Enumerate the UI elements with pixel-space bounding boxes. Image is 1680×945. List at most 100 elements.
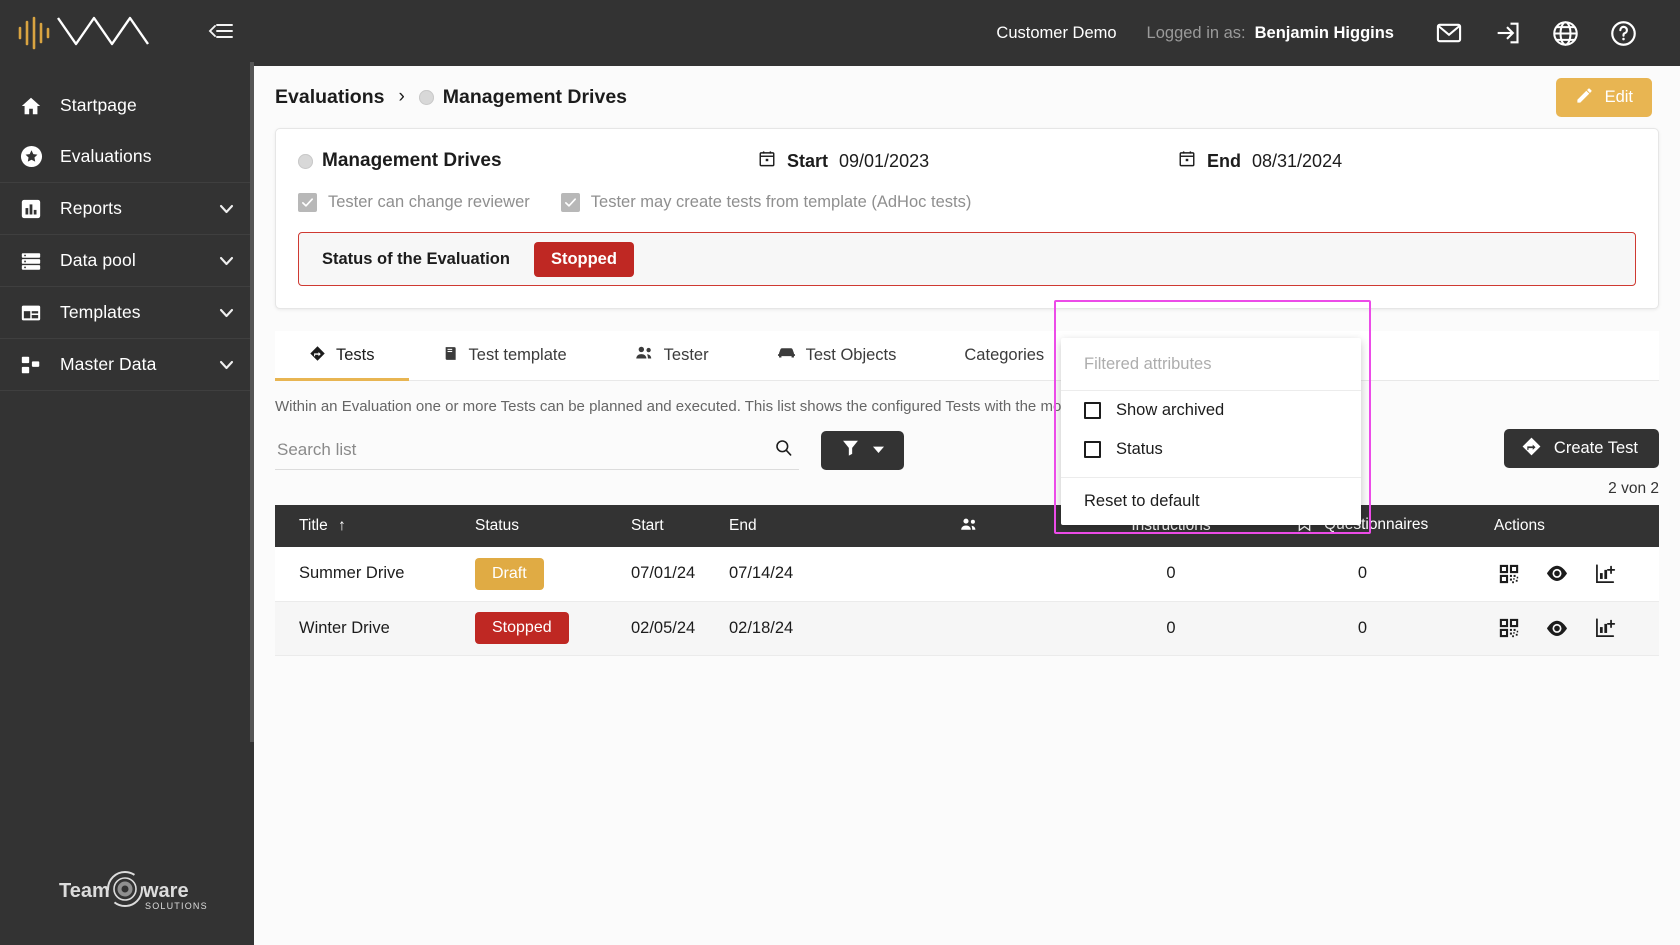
sidebar-item-label: Reports (60, 198, 122, 218)
sidebar-item-data-pool[interactable]: Data pool (0, 235, 254, 286)
start-label: Start (787, 150, 829, 171)
add-chart-icon[interactable] (1594, 563, 1616, 585)
col-title-label: Title (299, 517, 328, 534)
calendar-icon (758, 149, 776, 173)
sidebar-item-templates[interactable]: Templates (0, 287, 254, 338)
table-header-row: Title ↑ Status Start End Tester (275, 505, 1659, 547)
user-name: Benjamin Higgins (1254, 23, 1394, 42)
edit-button[interactable]: Edit (1555, 78, 1652, 117)
filter-option-status[interactable]: Status (1061, 430, 1361, 469)
collapse-panel-icon[interactable] (208, 21, 234, 46)
sidebar-item-master-data[interactable]: Master Data (0, 339, 254, 390)
option-label: Tester may create tests from template (A… (590, 193, 972, 211)
breadcrumb-root[interactable]: Evaluations (275, 86, 384, 109)
customer-name: Customer Demo (996, 23, 1117, 42)
eye-icon[interactable] (1545, 564, 1569, 583)
result-count: 2 von 2 (1608, 480, 1659, 497)
diamond-arrow-icon (309, 345, 326, 367)
chevron-down-icon (219, 302, 234, 323)
mail-icon[interactable] (1420, 19, 1478, 47)
logged-in-label: Logged in as: (1146, 23, 1246, 42)
people-icon (635, 345, 654, 366)
filter-button[interactable] (821, 430, 904, 470)
chevron-down-icon (872, 441, 885, 459)
calendar-icon (1178, 149, 1196, 173)
filter-option-show-archived[interactable]: Show archived (1061, 391, 1361, 430)
cell-questionnaires: 0 (1255, 547, 1470, 602)
filter-dropdown-panel: Filtered attributes Show archived Status… (1061, 338, 1361, 525)
people-icon (960, 517, 978, 537)
cell-start: 02/05/24 (607, 601, 705, 656)
create-test-button[interactable]: Create Test (1503, 429, 1659, 468)
tab-tester[interactable]: Tester (601, 331, 743, 380)
car-icon (777, 346, 796, 366)
database-list-icon (18, 250, 44, 272)
col-start[interactable]: Start (607, 505, 705, 547)
status-strip-label: Status of the Evaluation (322, 249, 510, 268)
col-tester[interactable]: Tester (905, 505, 1087, 547)
sidebar: Startpage Evaluations Reports Data pool … (0, 0, 254, 945)
search-field[interactable] (275, 430, 799, 470)
breadcrumb-separator-icon: › (398, 86, 405, 107)
search-input[interactable] (277, 439, 747, 460)
help-icon[interactable] (1594, 19, 1652, 48)
breadcrumb-current-label: Management Drives (442, 85, 628, 108)
search-icon[interactable] (774, 438, 793, 462)
evaluation-info-card: Management Drives Start 09/01/2023 End 0… (275, 128, 1659, 309)
checkbox-unchecked-icon[interactable] (1084, 402, 1101, 419)
pencil-icon (1575, 86, 1594, 110)
tests-table: Title ↑ Status Start End Tester (275, 505, 1659, 656)
tab-label: Test template (468, 346, 567, 364)
star-circle-icon (18, 145, 44, 168)
sidebar-item-evaluations[interactable]: Evaluations (0, 131, 254, 182)
tab-tests[interactable]: Tests (275, 331, 409, 381)
tabs: Tests Test template Tester Test Objects … (275, 331, 1659, 381)
qr-code-icon[interactable] (1498, 563, 1520, 585)
option-label: Tester can change reviewer (328, 193, 530, 211)
checkbox-unchecked-icon[interactable] (1084, 441, 1101, 458)
cell-start: 07/01/24 (607, 547, 705, 602)
add-chart-icon[interactable] (1594, 617, 1616, 639)
sidebar-item-label: Data pool (60, 250, 136, 270)
end-value: 08/31/2024 (1252, 150, 1343, 171)
chevron-down-icon (219, 198, 234, 219)
tab-categories[interactable]: Categories (930, 331, 1078, 380)
filter-reset-to-default[interactable]: Reset to default (1061, 478, 1361, 525)
col-title[interactable]: Title ↑ (275, 505, 451, 547)
qr-code-icon[interactable] (1498, 617, 1520, 639)
cell-instructions: 0 (1087, 547, 1255, 602)
tab-label: Tests (336, 346, 375, 364)
diamond-arrow-icon (1521, 436, 1542, 462)
col-end[interactable]: End (705, 505, 905, 547)
globe-icon[interactable] (1536, 19, 1594, 48)
cell-status: Draft (451, 547, 607, 602)
tabs-container: Tests Test template Tester Test Objects … (275, 331, 1659, 381)
hierarchy-icon (18, 354, 44, 376)
chevron-down-icon (219, 250, 234, 271)
cell-status: Stopped (451, 601, 607, 656)
sort-ascending-icon: ↑ (338, 517, 346, 534)
checkbox-checked-icon (560, 193, 580, 212)
status-badge: Stopped (533, 241, 634, 277)
logout-icon[interactable] (1478, 19, 1536, 47)
breadcrumb-current: Management Drives (418, 85, 628, 109)
sidebar-item-reports[interactable]: Reports (0, 183, 254, 234)
sidebar-item-startpage[interactable]: Startpage (0, 80, 254, 131)
footer-logo-pre: Team (59, 880, 110, 902)
book-icon (443, 345, 459, 367)
eye-icon[interactable] (1545, 619, 1569, 638)
option-tester-adhoc-tests[interactable]: Tester may create tests from template (A… (560, 193, 972, 212)
tab-test-template[interactable]: Test template (409, 331, 601, 380)
col-actions: Actions (1470, 505, 1659, 547)
content-area: Evaluations › Management Drives Edit Man… (254, 66, 1680, 945)
option-tester-change-reviewer[interactable]: Tester can change reviewer (298, 193, 530, 212)
status-badge: Stopped (475, 612, 569, 644)
col-status[interactable]: Status (451, 505, 607, 547)
table-row[interactable]: Summer Drive Draft 07/01/24 07/14/24 0 0 (275, 547, 1659, 602)
table-row[interactable]: Winter Drive Stopped 02/05/24 02/18/24 0… (275, 601, 1659, 656)
tab-test-objects[interactable]: Test Objects (743, 331, 931, 380)
cell-actions (1470, 601, 1659, 656)
evaluation-title-label: Management Drives (322, 150, 502, 171)
tab-label: Test Objects (805, 346, 897, 364)
cell-title: Summer Drive (275, 547, 451, 602)
